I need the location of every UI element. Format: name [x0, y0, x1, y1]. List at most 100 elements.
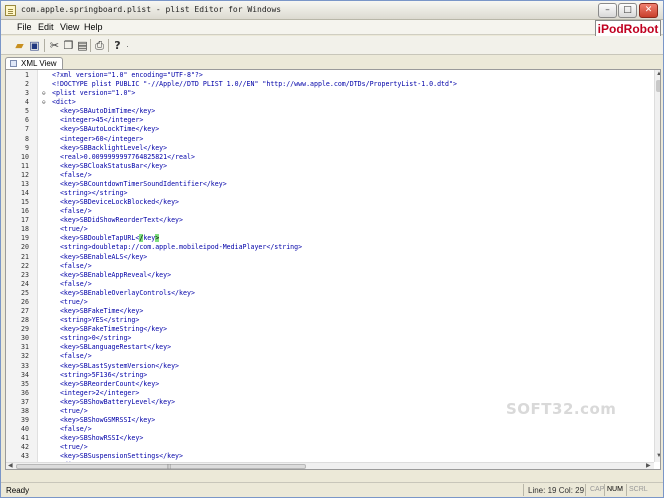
code-line[interactable]: 21 <key>SBEnableALS</key> [6, 253, 654, 262]
code-text[interactable]: <true/> [60, 407, 88, 416]
code-text[interactable]: <key>SBFakeTimeString</key> [60, 325, 167, 334]
code-text[interactable]: <integer>60</integer> [60, 135, 143, 144]
code-text[interactable]: <string>0</string> [60, 334, 131, 343]
copy-icon[interactable]: ❐ [62, 39, 75, 52]
code-line[interactable]: 20 <string>doubletap://com.apple.mobileip… [6, 243, 654, 252]
code-text[interactable]: <key>SBShowBatteryLevel</key> [60, 398, 175, 407]
menu-view[interactable]: View [60, 22, 79, 32]
minimize-button[interactable]: – [598, 3, 617, 18]
code-line[interactable]: 32 <false/> [6, 352, 654, 361]
code-text[interactable]: <true/> [60, 443, 88, 452]
code-text[interactable]: <key>SBEnableOverlayControls</key> [60, 289, 195, 298]
code-text[interactable]: <false/> [60, 280, 92, 289]
code-text[interactable]: <string>YES</string> [60, 316, 139, 325]
code-line[interactable]: 26 <true/> [6, 298, 654, 307]
code-text[interactable]: <plist version="1.0"> [52, 89, 135, 98]
code-line[interactable]: 42 <true/> [6, 443, 654, 452]
code-line[interactable]: 14 <string></string> [6, 189, 654, 198]
scroll-right-arrow-icon[interactable]: ▶ [646, 463, 651, 469]
open-folder-icon[interactable]: ▰ [13, 39, 26, 52]
code-line[interactable]: 28 <string>YES</string> [6, 316, 654, 325]
code-line[interactable]: 29 <key>SBFakeTimeString</key> [6, 325, 654, 334]
code-text[interactable]: <dict> [52, 98, 76, 107]
scroll-left-arrow-icon[interactable]: ◀ [8, 463, 13, 469]
print-icon[interactable]: ⎙ [93, 39, 106, 52]
menu-edit[interactable]: Edit [38, 22, 54, 32]
code-text[interactable]: <key>SBCloakStatusBar</key> [60, 162, 167, 171]
code-line[interactable]: 30 <string>0</string> [6, 334, 654, 343]
code-text[interactable]: <key>SBDidShowReorderText</key> [60, 216, 183, 225]
code-text[interactable]: <false/> [60, 262, 92, 271]
menu-file[interactable]: File [17, 22, 32, 32]
code-line[interactable]: 4 ⊖ <dict> [6, 98, 654, 107]
xml-editor[interactable]: 1 <?xml version="1.0" encoding="UTF-8"?> 2… [5, 69, 661, 470]
code-text[interactable]: <integer>45</integer> [60, 116, 143, 125]
code-line[interactable]: 22 <false/> [6, 262, 654, 271]
code-line[interactable]: 33 <key>SBLastSystemVersion</key> [6, 362, 654, 371]
code-line[interactable]: 35 <key>SBReorderCount</key> [6, 380, 654, 389]
code-text[interactable]: <key>SBReorderCount</key> [60, 380, 159, 389]
code-line[interactable]: 31 <key>SBLanguageRestart</key> [6, 343, 654, 352]
save-icon[interactable]: ▣ [28, 39, 41, 52]
code-text[interactable]: <key>SBLastSystemVersion</key> [60, 362, 179, 371]
code-text[interactable]: <key>SBShowRSSI</key> [60, 434, 143, 443]
code-line[interactable]: 2 <!DOCTYPE plist PUBLIC "-//Apple//DTD P… [6, 80, 654, 89]
code-text[interactable]: <key>SBAutoLockTime</key> [60, 125, 159, 134]
help-dropdown-icon[interactable]: . [121, 39, 134, 52]
code-line[interactable]: 11 <key>SBCloakStatusBar</key> [6, 162, 654, 171]
code-line[interactable]: 9 <key>SBBacklightLevel</key> [6, 144, 654, 153]
code-line[interactable]: 25 <key>SBEnableOverlayControls</key> [6, 289, 654, 298]
menu-help[interactable]: Help [84, 22, 103, 32]
code-text[interactable]: <key>SBCountdownTimerSoundIdentifier</ke… [60, 180, 227, 189]
code-text[interactable]: <key>SBEnableAppReveal</key> [60, 271, 171, 280]
code-text[interactable]: <string></string> [60, 189, 128, 198]
code-text[interactable]: <integer>2</integer> [60, 389, 139, 398]
code-line[interactable]: 43 <key>SBSuspensionSettings</key> [6, 452, 654, 461]
code-line[interactable]: 16 <false/> [6, 207, 654, 216]
cut-icon[interactable]: ✂ [48, 39, 61, 52]
tab-xml-view[interactable]: XML View [5, 57, 63, 69]
code-line[interactable]: 10 <real>0.0099999997764825821</real> [6, 153, 654, 162]
code-line[interactable]: 27 <key>SBFakeTime</key> [6, 307, 654, 316]
scroll-down-arrow-icon[interactable]: ▼ [656, 453, 660, 460]
code-text[interactable]: <key>SBSuspensionSettings</key> [60, 452, 183, 461]
code-text[interactable]: <false/> [60, 352, 92, 361]
code-text[interactable]: <false/> [60, 425, 92, 434]
code-text[interactable]: <true/> [60, 225, 88, 234]
code-line[interactable]: 34 <string>5F136</string> [6, 371, 654, 380]
code-text[interactable]: <string>doubletap://com.apple.mobileipod… [60, 243, 302, 252]
vertical-scrollbar[interactable]: ▲ ▼ [654, 70, 660, 462]
code-line[interactable]: 41 <key>SBShowRSSI</key> [6, 434, 654, 443]
code-line[interactable]: 8 <integer>60</integer> [6, 135, 654, 144]
code-line[interactable]: 15 <key>SBDeviceLockBlocked</key> [6, 198, 654, 207]
code-text[interactable]: <string>5F136</string> [60, 371, 147, 380]
paste-icon[interactable]: ▤ [76, 39, 89, 52]
scroll-up-arrow-icon[interactable]: ▲ [656, 71, 660, 78]
code-line[interactable]: 19 <key>SBDoubleTapURL</key> [6, 234, 654, 243]
code-line[interactable]: 23 <key>SBEnableAppReveal</key> [6, 271, 654, 280]
close-button[interactable]: ✕ [639, 3, 658, 18]
code-line[interactable]: 7 <key>SBAutoLockTime</key> [6, 125, 654, 134]
code-text[interactable]: <real>0.0099999997764825821</real> [60, 153, 195, 162]
code-text[interactable]: <false/> [60, 207, 92, 216]
code-text[interactable]: <true/> [60, 298, 88, 307]
code-line[interactable]: 18 <true/> [6, 225, 654, 234]
code-line[interactable]: 24 <false/> [6, 280, 654, 289]
horizontal-scroll-thumb[interactable]: ||| [16, 464, 306, 469]
code-text[interactable]: <!DOCTYPE plist PUBLIC "-//Apple//DTD PL… [52, 80, 457, 89]
code-line[interactable]: 17 <key>SBDidShowReorderText</key> [6, 216, 654, 225]
code-text[interactable]: <key>SBFakeTime</key> [60, 307, 143, 316]
title-bar[interactable]: com.apple.springboard.plist - plist Edit… [1, 1, 663, 20]
code-line[interactable]: 1 <?xml version="1.0" encoding="UTF-8"?> [6, 71, 654, 80]
code-text[interactable]: <key>SBDoubleTapURL</key> [60, 234, 160, 243]
code-line[interactable]: 12 <false/> [6, 171, 654, 180]
code-text[interactable]: <false/> [60, 171, 92, 180]
code-text[interactable]: <key>SBDeviceLockBlocked</key> [60, 198, 179, 207]
code-line[interactable]: 40 <false/> [6, 425, 654, 434]
maximize-button[interactable]: □ [618, 3, 637, 18]
code-line[interactable]: 6 <integer>45</integer> [6, 116, 654, 125]
code-text[interactable]: <?xml version="1.0" encoding="UTF-8"?> [52, 71, 203, 80]
horizontal-scrollbar[interactable]: ◀ ||| ▶ [6, 462, 654, 469]
code-text[interactable]: <key>SBShowGSMRSSI</key> [60, 416, 155, 425]
code-text[interactable]: <key>SBEnableALS</key> [60, 253, 147, 262]
